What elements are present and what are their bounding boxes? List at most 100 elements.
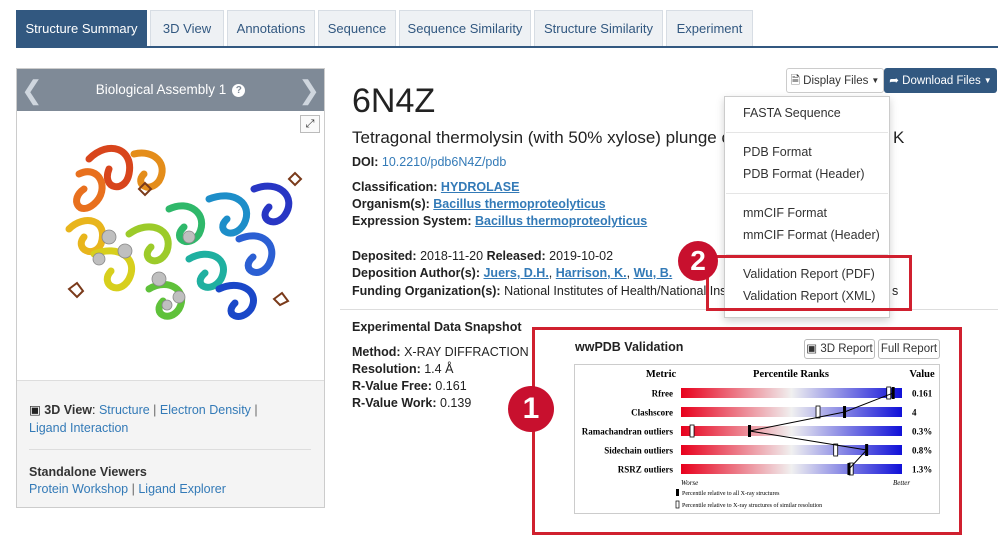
- authors-label: Deposition Author(s):: [352, 266, 480, 280]
- similar-resolution-marker: [833, 443, 839, 457]
- standalone-viewers-links: Protein Workshop | Ligand Explorer: [29, 482, 226, 496]
- view-3d-label: 3D View: [44, 403, 93, 417]
- divider: [29, 449, 311, 450]
- menu-divider: [726, 193, 888, 194]
- wwpdb-validation-title: wwPDB Validation: [575, 340, 684, 354]
- tab-experiment[interactable]: Experiment: [666, 10, 753, 46]
- cube-icon: ▣: [806, 343, 818, 355]
- chevron-right-icon[interactable]: ❯: [298, 77, 320, 103]
- display-files-label: Display Files: [803, 75, 869, 87]
- validation-report-highlight: [706, 255, 912, 311]
- author-link[interactable]: Harrison, K.: [556, 266, 627, 280]
- doi-link[interactable]: 10.2210/pdb6N4Z/pdb: [382, 155, 506, 169]
- percentile-bar: [681, 426, 902, 436]
- question-circle-icon[interactable]: ?: [232, 84, 246, 97]
- menu-item-pdb[interactable]: PDB Format: [743, 145, 812, 159]
- funding-line: Funding Organization(s): National Instit…: [352, 284, 743, 298]
- expression-label: Expression System:: [352, 214, 472, 228]
- rwork-label: R-Value Work:: [352, 396, 437, 410]
- deposited-date: 2018-11-20: [420, 249, 484, 263]
- classification-link[interactable]: HYDROLASE: [441, 180, 519, 194]
- percentile-bar: [681, 445, 902, 455]
- percentile-bar: [681, 464, 902, 474]
- classification-line: Classification: HYDROLASE: [352, 180, 519, 194]
- metric-label: Ramachandran outliers: [582, 427, 674, 437]
- callout-2: 2: [678, 241, 718, 281]
- assembly-title: Biological Assembly 1?: [17, 69, 324, 111]
- tab-structure-summary[interactable]: Structure Summary: [16, 10, 147, 46]
- structure-link[interactable]: Structure: [99, 403, 150, 417]
- download-files-label: Download Files: [902, 75, 981, 87]
- expression-line: Expression System: Bacillus thermoproteo…: [352, 214, 647, 228]
- full-report-button[interactable]: Full Report: [878, 339, 940, 359]
- callout-1: 1: [508, 386, 554, 432]
- released-label: Released:: [486, 249, 546, 263]
- resolution-label: Resolution:: [352, 362, 421, 376]
- organism-link[interactable]: Bacillus thermoproteolyticus: [433, 197, 605, 211]
- standalone-viewers-title: Standalone Viewers: [29, 465, 147, 479]
- menu-item-fasta[interactable]: FASTA Sequence: [743, 106, 841, 120]
- menu-item-mmcif-header[interactable]: mmCIF Format (Header): [743, 228, 880, 242]
- all-structures-marker: [748, 425, 752, 437]
- caret-down-icon: ▼: [983, 76, 992, 85]
- legend-similar-label: Percentile relative to X-ray structures …: [682, 502, 822, 509]
- menu-divider: [726, 132, 888, 133]
- percentile-bar: [681, 407, 902, 417]
- col-metric-header: Metric: [646, 369, 677, 380]
- rwork-line: R-Value Work: 0.139: [352, 396, 471, 410]
- assembly-header: ❮ Biological Assembly 1? ❯: [17, 69, 324, 111]
- similar-resolution-marker: [689, 424, 695, 438]
- all-structures-marker: [847, 463, 851, 475]
- better-label: Better: [893, 479, 910, 487]
- download-icon: ➦: [889, 75, 899, 87]
- molecule-image: [65, 144, 303, 320]
- display-files-button[interactable]: 🗎 Display Files ▼: [786, 68, 884, 93]
- author-link[interactable]: Wu, B.: [634, 266, 673, 280]
- ligand-interaction-link[interactable]: Ligand Interaction: [29, 421, 128, 435]
- legend-all-label: Percentile relative to all X-ray structu…: [682, 491, 780, 497]
- classification-label: Classification:: [352, 180, 438, 194]
- download-files-button[interactable]: ➦ Download Files ▼: [884, 68, 997, 93]
- organism-line: Organism(s): Bacillus thermoproteolyticu…: [352, 197, 606, 211]
- legend-marker-all: [676, 489, 679, 496]
- 3d-report-button[interactable]: ▣ 3D Report: [804, 339, 875, 359]
- organism-label: Organism(s):: [352, 197, 430, 211]
- tab-annotations[interactable]: Annotations: [227, 10, 315, 46]
- tab-3d-view[interactable]: 3D View: [150, 10, 224, 46]
- snapshot-title: Experimental Data Snapshot: [352, 320, 522, 334]
- method-line: Method: X-RAY DIFFRACTION: [352, 345, 529, 359]
- entry-title-tail: K: [893, 128, 905, 147]
- method-label: Method:: [352, 345, 401, 359]
- col-ranks-header: Percentile Ranks: [753, 369, 829, 380]
- menu-item-pdb-header[interactable]: PDB Format (Header): [743, 167, 865, 181]
- validation-chart[interactable]: Metric Percentile Ranks Value Rfree 0.161…: [574, 364, 940, 514]
- doi-line: DOI: 10.2210/pdb6N4Z/pdb: [352, 155, 506, 169]
- metric-value: 4: [912, 408, 917, 418]
- protein-workshop-link[interactable]: Protein Workshop: [29, 482, 128, 496]
- caret-down-icon: ▼: [871, 76, 880, 85]
- metric-value: 0.161: [912, 389, 933, 399]
- percentile-bar: [681, 388, 902, 398]
- method-value: X-RAY DIFFRACTION: [404, 345, 529, 359]
- col-value-header: Value: [909, 369, 935, 380]
- rfree-line: R-Value Free: 0.161: [352, 379, 467, 393]
- ligand-explorer-link[interactable]: Ligand Explorer: [138, 482, 226, 496]
- tab-sequence[interactable]: Sequence: [318, 10, 396, 46]
- tab-sequence-similarity[interactable]: Sequence Similarity: [399, 10, 531, 46]
- metric-value: 0.8%: [912, 446, 932, 456]
- metric-label: Sidechain outliers: [604, 446, 673, 456]
- 3d-report-label: 3D Report: [820, 343, 873, 355]
- electron-density-link[interactable]: Electron Density: [160, 403, 251, 417]
- all-structures-marker: [865, 444, 869, 456]
- tab-bar: Structure Summary 3D View Annotations Se…: [16, 10, 998, 48]
- expression-link[interactable]: Bacillus thermoproteolyticus: [475, 214, 647, 228]
- author-link[interactable]: Juers, D.H.: [483, 266, 548, 280]
- metric-label: Rfree: [652, 389, 673, 399]
- metric-value: 1.3%: [912, 465, 932, 475]
- all-structures-marker: [843, 406, 847, 418]
- menu-item-mmcif[interactable]: mmCIF Format: [743, 206, 827, 220]
- similar-resolution-marker: [886, 386, 892, 400]
- viewer-links-section: ▣ 3D View: Structure | Electron Density …: [17, 381, 324, 507]
- rwork-value: 0.139: [440, 396, 472, 410]
- tab-structure-similarity[interactable]: Structure Similarity: [534, 10, 663, 46]
